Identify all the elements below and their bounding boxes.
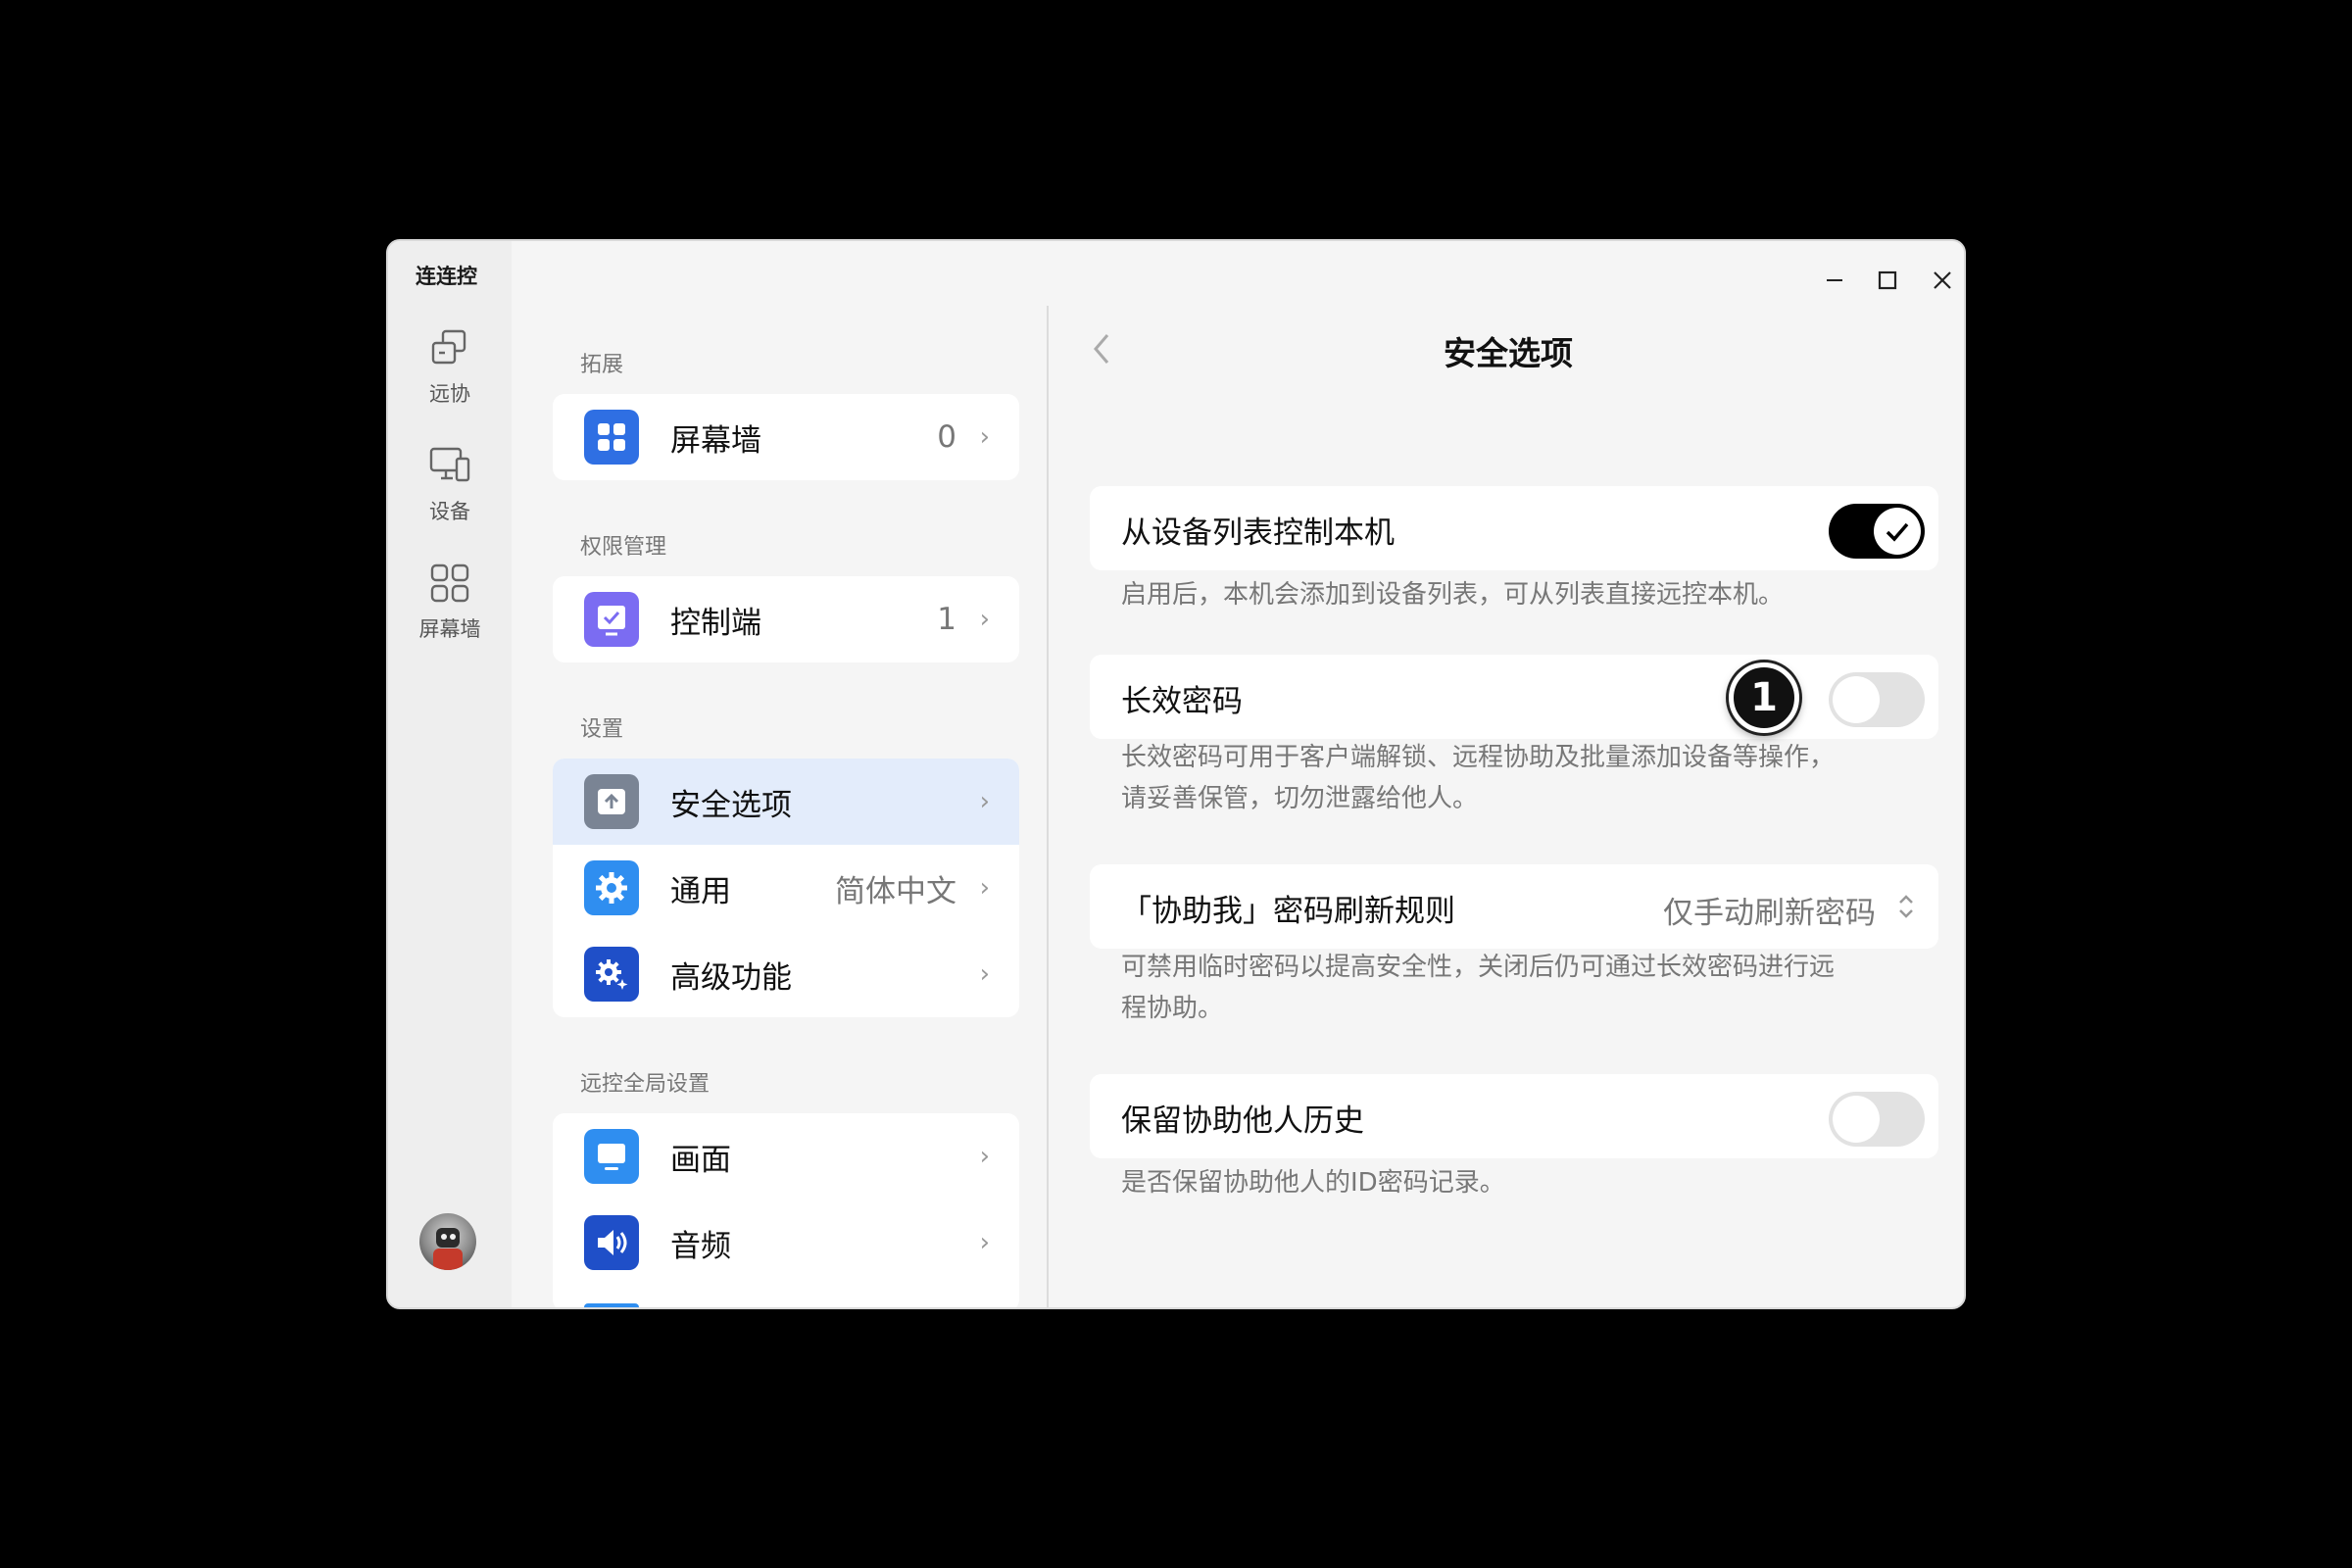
option-label: 「协助我」密码刷新规则 [1121,894,1455,929]
chevron-right-icon: › [979,787,990,816]
option-description-line2: 程协助。 [1121,994,1224,1023]
minimize-button[interactable] [1815,261,1854,300]
toggle-control-from-device-list[interactable] [1829,504,1925,559]
option-assist-password-refresh: 「协助我」密码刷新规则 仅手动刷新密码 [1090,864,1938,949]
rail-item-screen-wall[interactable]: 屏幕墙 [388,561,512,659]
list-item-label: 画面 [670,1142,731,1178]
gear-icon [584,860,639,915]
grid-icon [584,410,639,465]
refresh-rule-select[interactable]: 仅手动刷新密码 [1663,888,1876,932]
list-item-count: 1 [937,602,956,637]
avatar-robot-face [436,1228,460,1248]
chevron-right-icon: › [979,422,990,452]
chevron-right-icon: › [979,605,990,634]
avatar-eye [450,1234,456,1240]
option-label: 从设备列表控制本机 [1121,515,1395,551]
toggle-knob [1833,1096,1880,1143]
rail-label-devices: 设备 [429,500,470,523]
chevron-right-icon: › [979,1142,990,1171]
shield-upload-icon [584,774,639,829]
option-label: 保留协助他人历史 [1121,1103,1364,1139]
list-item-language-value: 简体中文 [835,873,956,909]
list-item-count: 0 [937,419,956,455]
option-description: 是否保留协助他人的ID密码记录。 [1121,1168,1505,1198]
rail-label-remote-assist: 远协 [429,382,470,406]
speaker-icon [584,1215,639,1270]
option-control-from-device-list: 从设备列表控制本机 [1090,486,1938,570]
step-number-badge: 1 [1729,662,1799,733]
maximize-icon [1878,270,1897,290]
partial-row-icon [584,1303,639,1307]
list-item-screen-wall[interactable]: 屏幕墙 0 › [553,394,1019,480]
avatar-eye [441,1234,447,1240]
check-screen-icon [584,592,639,647]
list-item-advanced[interactable]: 高级功能 › [553,931,1019,1017]
toggle-keep-assist-history[interactable] [1829,1092,1925,1147]
option-description-line1: 可禁用临时密码以提高安全性，关闭后仍可通过长效密码进行远 [1121,953,1836,982]
extension-card: 屏幕墙 0 › [553,394,1019,480]
section-label-settings: 设置 [580,717,624,742]
toggle-knob [1833,676,1880,723]
option-description: 启用后，本机会添加到设备列表，可从列表直接远控本机。 [1121,580,1785,610]
list-item-label: 音频 [670,1228,731,1264]
settings-card: 安全选项 › 通用 简体中文 › 高级功能 › [553,759,1019,1017]
section-label-global-remote: 远控全局设置 [580,1072,710,1097]
list-item-label: 控制端 [670,605,761,641]
nav-rail: 连连控 远协 设备 屏幕墙 [388,241,512,1307]
rail-item-remote-assist[interactable]: 远协 [388,325,512,423]
list-item-audio[interactable]: 音频 › [553,1200,1019,1286]
close-button[interactable] [1923,261,1962,300]
rail-label-screen-wall: 屏幕墙 [418,617,481,641]
chevron-right-icon: › [979,959,990,989]
chevron-right-icon: › [979,1228,990,1257]
list-item-label: 安全选项 [670,787,792,823]
devices-icon [429,447,470,482]
checkmark-icon [1886,522,1909,542]
maximize-button[interactable] [1868,261,1907,300]
advanced-gear-icon [584,947,639,1002]
remote-assist-icon [431,329,466,365]
list-item-label: 高级功能 [670,959,792,996]
global-remote-card: 画面 › 音频 › [553,1113,1019,1307]
list-item-label: 屏幕墙 [670,422,761,459]
option-description-line2: 请妥善保管，切勿泄露给他人。 [1121,784,1479,813]
option-description-line1: 长效密码可用于客户端解锁、远程协助及批量添加设备等操作， [1121,743,1836,772]
list-item-security[interactable]: 安全选项 › [553,759,1019,845]
toggle-knob [1874,508,1921,555]
option-keep-assist-history: 保留协助他人历史 [1090,1074,1938,1158]
section-label-permissions: 权限管理 [580,535,667,560]
chevron-right-icon: › [979,873,990,903]
permissions-card: 控制端 1 › [553,576,1019,662]
option-label: 长效密码 [1121,684,1243,719]
app-window: 连连控 远协 设备 屏幕墙 拓展 屏幕墙 0 › 权限管理 控制端 1 › 设置… [386,239,1966,1309]
option-long-term-password: 长效密码 [1090,655,1938,739]
monitor-icon [584,1129,639,1184]
section-label-extension: 拓展 [580,353,624,377]
updown-chevron-icon [1899,895,1913,918]
list-item-label: 通用 [670,873,731,909]
app-title: 连连控 [416,265,477,288]
screen-wall-icon [430,564,469,603]
page-title: 安全选项 [1444,334,1573,372]
close-icon [1934,271,1951,289]
list-item-controller[interactable]: 控制端 1 › [553,576,1019,662]
list-item-display[interactable]: 画面 › [553,1113,1019,1200]
rail-item-devices[interactable]: 设备 [388,443,512,541]
toggle-long-term-password[interactable] [1829,672,1925,727]
list-item-general[interactable]: 通用 简体中文 › [553,845,1019,931]
minimize-icon [1827,279,1842,281]
avatar[interactable] [419,1213,476,1270]
avatar-body [433,1249,463,1270]
security-options-page: 安全选项 从设备列表控制本机 启用后，本机会添加到设备列表，可从列表直接远控本机… [1049,241,1964,1307]
settings-list-panel: 拓展 屏幕墙 0 › 权限管理 控制端 1 › 设置 安全选项 › 通用 简体中… [512,241,1045,1307]
